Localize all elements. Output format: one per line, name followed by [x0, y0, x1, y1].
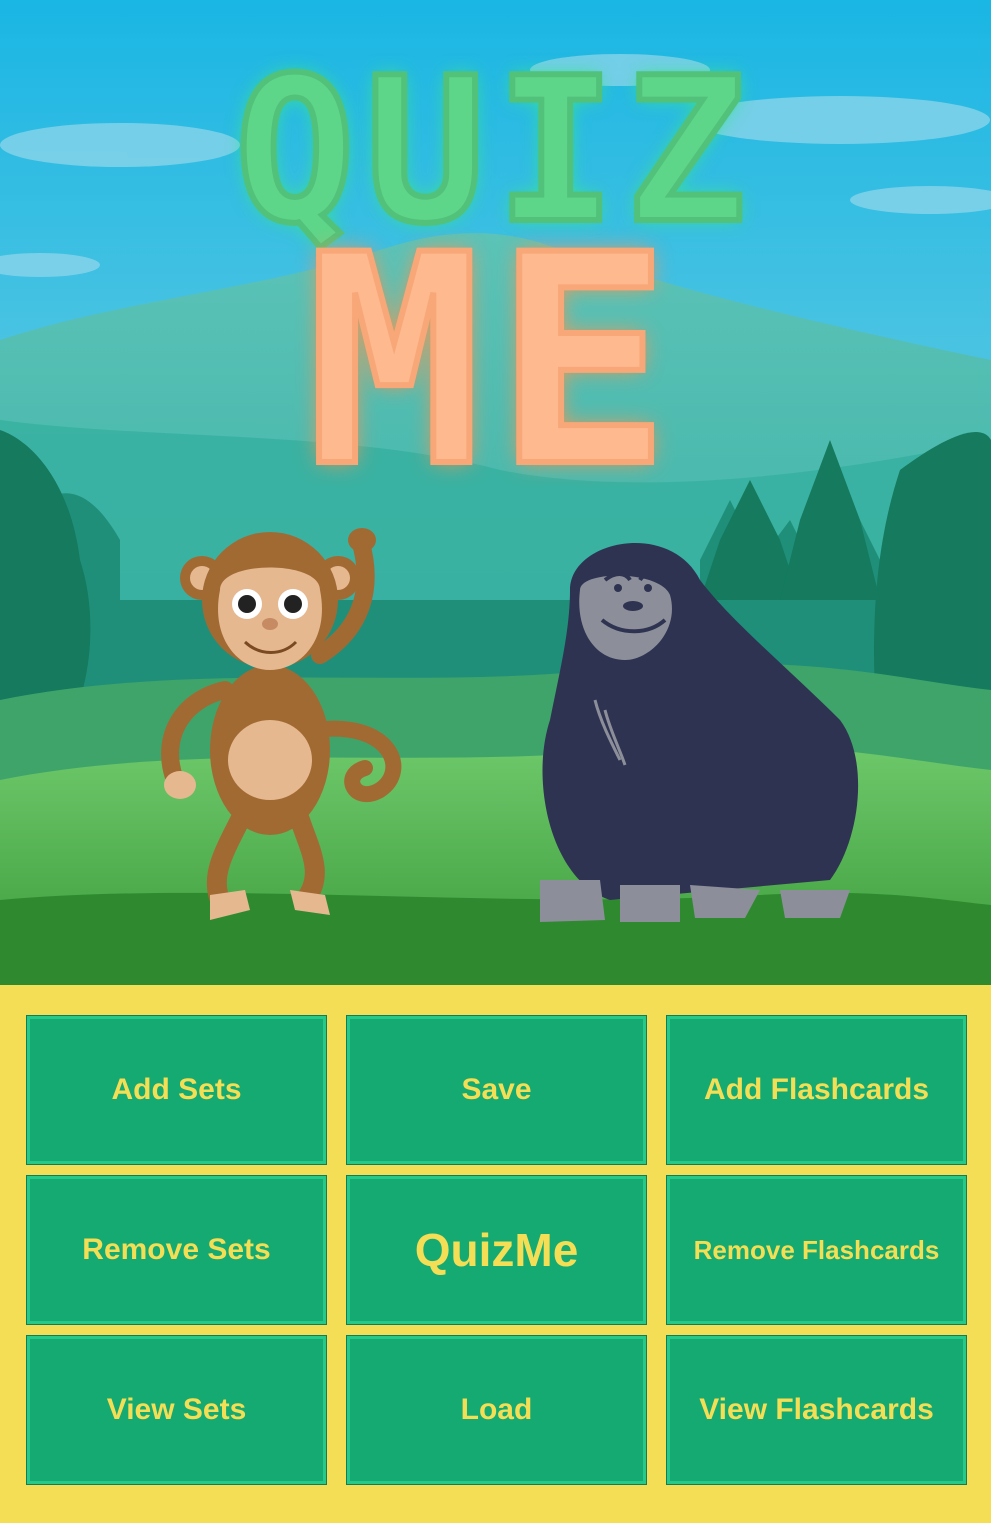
save-button[interactable]: Save — [346, 1015, 647, 1165]
add-sets-button[interactable]: Add Sets — [26, 1015, 327, 1165]
remove-sets-button[interactable]: Remove Sets — [26, 1175, 327, 1325]
title-me: ME — [304, 194, 685, 531]
gorilla-illustration — [540, 542, 859, 922]
app-root: QUIZ ME Add Sets Save Add Flashcards Rem… — [0, 0, 991, 1523]
view-flashcards-button[interactable]: View Flashcards — [666, 1335, 967, 1485]
load-button[interactable]: Load — [346, 1335, 647, 1485]
menu-grid: Add Sets Save Add Flashcards Remove Sets… — [26, 1015, 967, 1485]
quizme-button[interactable]: QuizMe — [346, 1175, 647, 1325]
view-sets-button[interactable]: View Sets — [26, 1335, 327, 1485]
remove-flashcards-button[interactable]: Remove Flashcards — [666, 1175, 967, 1325]
menu-panel: Add Sets Save Add Flashcards Remove Sets… — [0, 985, 991, 1523]
monkey-illustration — [161, 528, 402, 920]
jungle-scene: QUIZ ME — [0, 0, 991, 985]
add-flashcards-button[interactable]: Add Flashcards — [666, 1015, 967, 1165]
